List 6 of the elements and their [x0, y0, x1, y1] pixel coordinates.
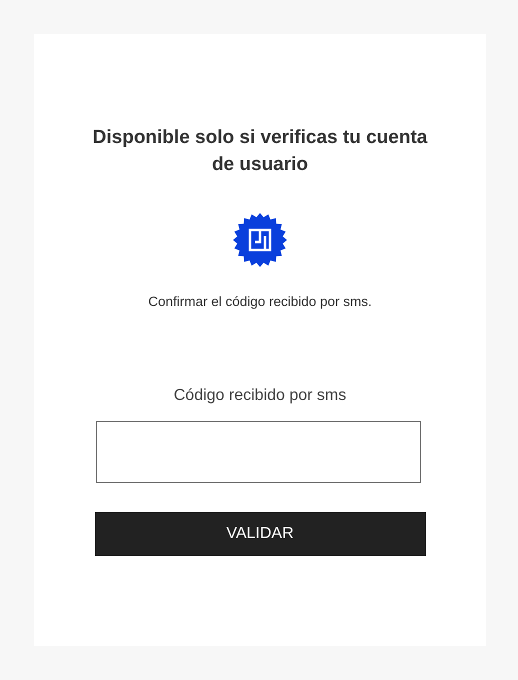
verified-badge-icon	[232, 212, 288, 268]
validate-button[interactable]: VALIDAR	[94, 512, 426, 556]
title: Disponible solo si verificas tu cuenta de usuario	[92, 126, 428, 177]
field-label: Código recibido por sms	[174, 387, 346, 405]
code-input-field[interactable]	[96, 421, 420, 483]
instruction-text: Confirmar el código recibido por sms.	[148, 294, 372, 309]
